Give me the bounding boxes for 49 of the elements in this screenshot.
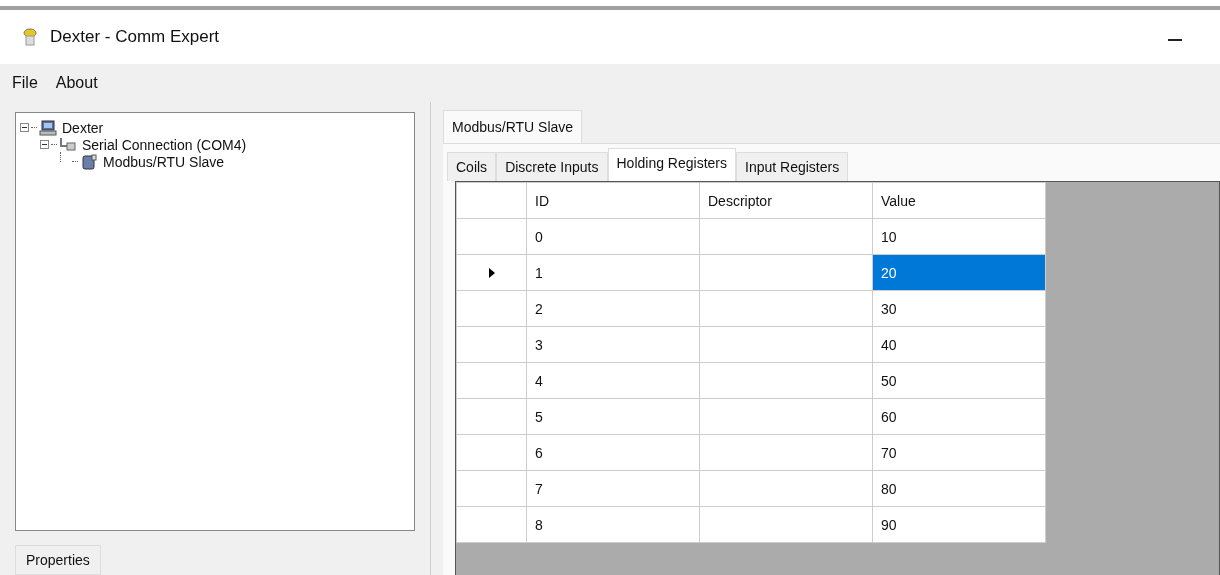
row-header[interactable] <box>456 506 527 543</box>
table-cell: 5 <box>526 398 700 435</box>
column-header[interactable]: ID <box>526 182 700 219</box>
tab[interactable]: Coils <box>447 152 497 181</box>
row-header[interactable] <box>456 290 527 327</box>
row-header[interactable] <box>456 254 527 291</box>
menu-item[interactable]: About <box>55 74 98 92</box>
table-cell: 0 <box>526 218 700 255</box>
table-cell: 20 <box>872 254 1046 291</box>
column-header[interactable]: Descriptor <box>699 182 873 219</box>
computer-icon <box>39 119 57 136</box>
table-cell: 2 <box>526 290 700 327</box>
collapse-icon[interactable] <box>20 123 29 132</box>
minimize-icon[interactable] <box>1168 38 1182 42</box>
device-icon <box>80 153 98 170</box>
tree-item[interactable]: Serial Connection (COM4) <box>79 136 247 153</box>
table-cell: 30 <box>872 290 1046 327</box>
table-cell: 3 <box>526 326 700 363</box>
table-cell: 10 <box>872 218 1046 255</box>
current-row-icon <box>488 267 495 278</box>
table-cell: 90 <box>872 506 1046 543</box>
cable-icon <box>59 136 77 153</box>
row-header[interactable] <box>456 470 527 507</box>
tab[interactable]: Discrete Inputs <box>496 152 608 181</box>
table-cell: 1 <box>526 254 700 291</box>
column-header[interactable]: Value <box>872 182 1046 219</box>
table-cell: 4 <box>526 362 700 399</box>
tree-item[interactable]: Modbus/RTU Slave <box>100 153 225 170</box>
tab[interactable]: Input Registers <box>736 152 849 181</box>
tree-item[interactable]: Dexter <box>59 119 104 136</box>
table-cell: 60 <box>872 398 1046 435</box>
tab[interactable]: Holding Registers <box>607 148 736 181</box>
row-header[interactable] <box>456 362 527 399</box>
table-cell: 80 <box>872 470 1046 507</box>
menu-item[interactable]: File <box>12 74 38 92</box>
table-cell: 6 <box>526 434 700 471</box>
table-cell: 40 <box>872 326 1046 363</box>
row-header[interactable] <box>456 398 527 435</box>
table-cell: 7 <box>526 470 700 507</box>
window-title: Dexter - Comm Expert <box>50 27 220 47</box>
table-cell: 8 <box>526 506 700 543</box>
row-header[interactable] <box>456 326 527 363</box>
row-header[interactable] <box>456 434 527 471</box>
row-header[interactable] <box>456 218 527 255</box>
table-cell: 70 <box>872 434 1046 471</box>
tab[interactable]: Properties <box>15 545 101 575</box>
table-cell: 50 <box>872 362 1046 399</box>
collapse-icon[interactable] <box>40 140 49 149</box>
tab[interactable]: Modbus/RTU Slave <box>443 110 583 143</box>
